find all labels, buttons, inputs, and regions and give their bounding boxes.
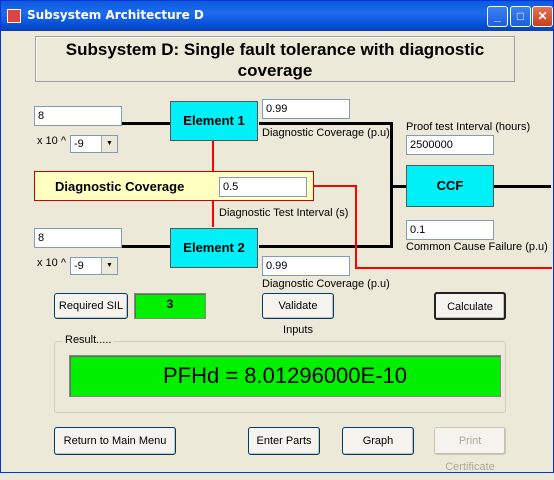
enter-parts-button[interactable]: Enter Parts [248, 427, 320, 455]
element1-box: Element 1 [170, 101, 258, 141]
sil-value: 3 [134, 293, 206, 319]
main-window: Subsystem Architecture D _ □ ✕ Subsystem… [0, 0, 554, 473]
element1-dc-label: Diagnostic Coverage (p.u) [262, 127, 390, 139]
element1-rate-input[interactable]: 8 [34, 106, 122, 126]
minimize-button[interactable]: _ [487, 6, 508, 27]
app-icon [7, 9, 21, 23]
element2-exp-label: x 10 ^ [37, 257, 67, 269]
return-main-menu-button[interactable]: Return to Main Menu [54, 427, 176, 455]
line-ccf-out [493, 185, 551, 188]
title-bar[interactable]: Subsystem Architecture D _ □ ✕ [1, 1, 553, 31]
line-diag-right [355, 267, 552, 269]
element1-exponent-value: -9 [74, 138, 84, 150]
maximize-button[interactable]: □ [510, 6, 531, 27]
element2-exponent-value: -9 [74, 260, 84, 272]
graph-button[interactable]: Graph [342, 427, 414, 455]
element2-exponent-select[interactable]: -9 ▼ [70, 257, 118, 275]
proof-test-input[interactable]: 2500000 [406, 135, 494, 155]
page-title: Subsystem D: Single fault tolerance with… [35, 36, 515, 82]
element2-rate-input[interactable]: 8 [34, 228, 122, 248]
line-e1-out [259, 122, 392, 125]
result-display: PFHd = 8.01296000E-10 [69, 355, 501, 397]
result-group-label: Result..... [63, 334, 114, 346]
dropdown-arrow-icon[interactable]: ▼ [101, 136, 117, 152]
line-e2-in [122, 245, 172, 248]
proof-test-label: Proof test Interval (hours) [406, 121, 531, 133]
ccf-box: CCF [406, 165, 494, 207]
common-cause-label: Common Cause Failure (p.u) [406, 241, 548, 253]
line-e1-in [122, 122, 172, 125]
required-sil-button[interactable]: Required SIL [54, 293, 128, 319]
dropdown-arrow-icon[interactable]: ▼ [101, 258, 117, 274]
element2-dc-label: Diagnostic Coverage (p.u) [262, 278, 390, 290]
line-diag-down [355, 185, 357, 269]
line-e2-out [259, 245, 392, 248]
line-diag-out [314, 185, 356, 187]
element2-box: Element 2 [170, 228, 258, 268]
diagnostic-interval-input[interactable]: 0.5 [219, 177, 307, 197]
validate-inputs-button[interactable]: Validate Inputs [262, 293, 334, 336]
common-cause-input[interactable]: 0.1 [406, 220, 494, 240]
calculate-button[interactable]: Calculate [434, 292, 506, 320]
element2-dc-input[interactable]: 0.99 [262, 256, 350, 276]
close-button[interactable]: ✕ [532, 6, 553, 27]
element1-exponent-select[interactable]: -9 ▼ [70, 135, 118, 153]
print-certificate-button[interactable]: Print Certificate [434, 427, 506, 473]
line-ccf-in [392, 185, 406, 188]
window-title: Subsystem Architecture D [27, 8, 204, 22]
element1-exp-label: x 10 ^ [37, 135, 67, 147]
client-area: Subsystem D: Single fault tolerance with… [4, 31, 552, 473]
diagnostic-interval-label: Diagnostic Test Interval (s) [219, 207, 349, 219]
element1-dc-input[interactable]: 0.99 [262, 99, 350, 119]
diagnostic-coverage-label: Diagnostic Coverage [55, 179, 185, 194]
